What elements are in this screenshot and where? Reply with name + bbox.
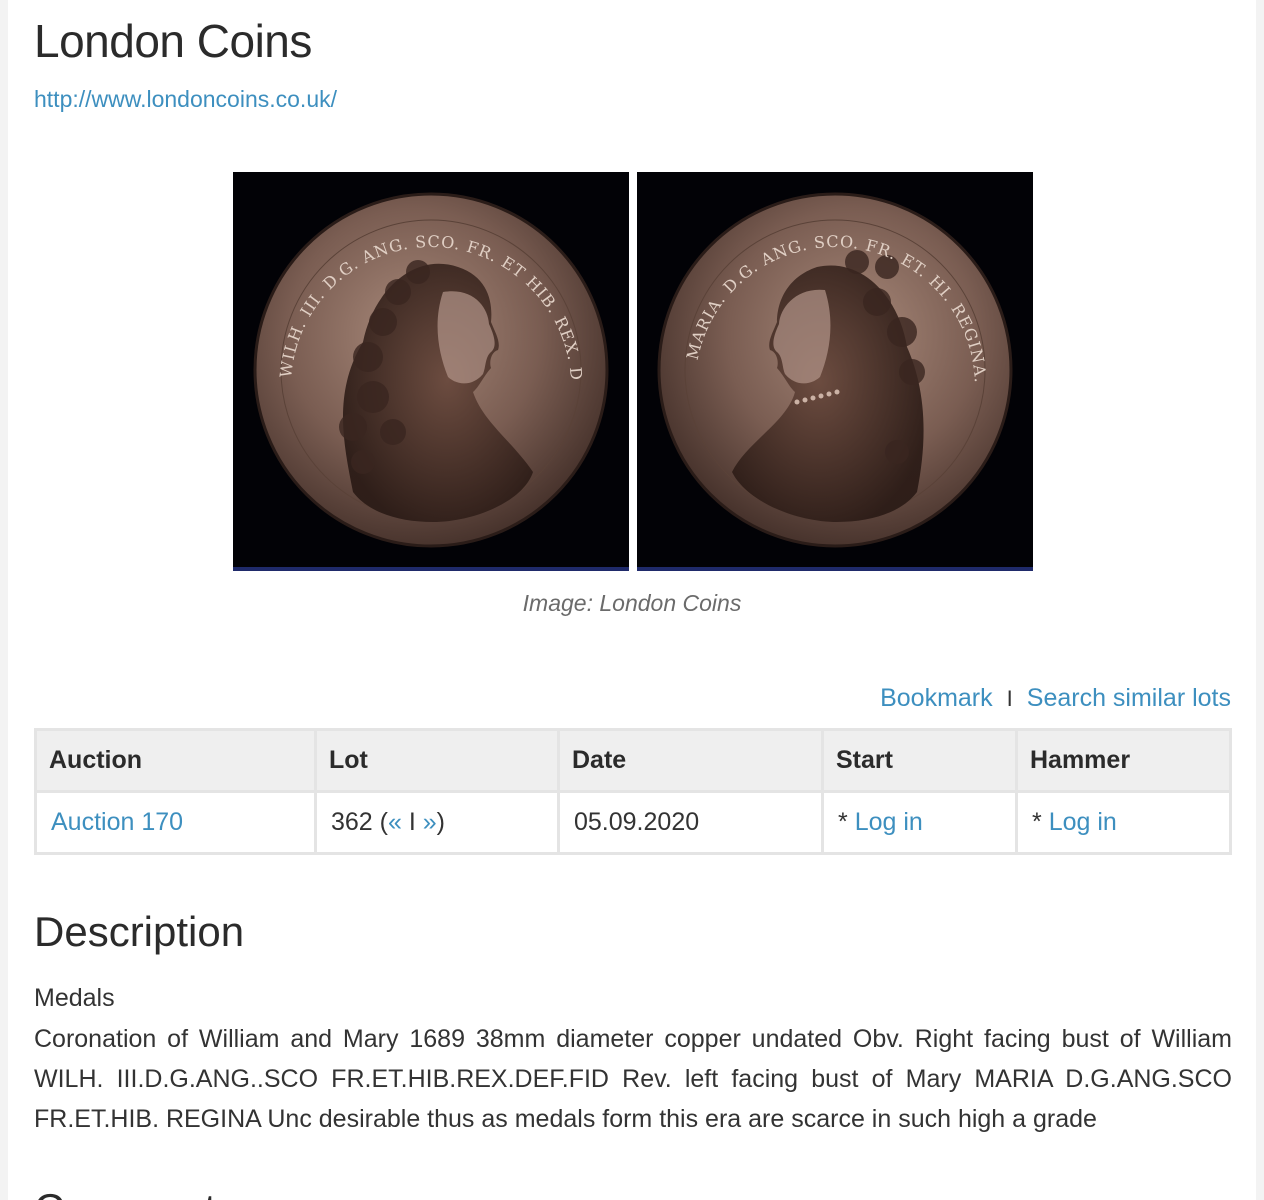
table-header-row: Auction Lot Date Start Hammer bbox=[34, 728, 1232, 793]
coin-reverse-image[interactable]: MARIA. D.G. ANG. SCO. FR. ET. HI. REGINA… bbox=[637, 172, 1033, 571]
start-prefix: * bbox=[838, 808, 855, 836]
header-lot: Lot bbox=[314, 728, 560, 793]
lot-page: London Coins http://www.londoncoins.co.u… bbox=[8, 0, 1256, 1200]
lot-actions: Bookmark I Search similar lots bbox=[880, 684, 1231, 713]
lot-number: 362 bbox=[331, 808, 373, 836]
cell-hammer: * Log in bbox=[1015, 790, 1232, 855]
hammer-login-link[interactable]: Log in bbox=[1049, 808, 1117, 836]
cell-lot: 362 (« I ») bbox=[314, 790, 560, 855]
bookmark-link[interactable]: Bookmark bbox=[880, 684, 993, 713]
header-hammer: Hammer bbox=[1015, 728, 1232, 793]
header-date: Date bbox=[557, 728, 824, 793]
next-section-heading: Comments bbox=[34, 1186, 237, 1200]
lot-category: Medals bbox=[34, 984, 115, 1012]
header-start: Start bbox=[821, 728, 1018, 793]
image-caption: Image: London Coins bbox=[522, 590, 742, 616]
next-section-heading-text: Comments bbox=[34, 1188, 237, 1200]
auction-link[interactable]: Auction 170 bbox=[51, 808, 183, 836]
coin-obverse-image[interactable]: WILH. III. D.G. ANG. SCO. FR. ET HIB. RE… bbox=[233, 172, 629, 571]
table-row: Auction 170 362 (« I ») 05.09.2020 * Log… bbox=[34, 790, 1232, 855]
start-login-link[interactable]: Log in bbox=[855, 808, 923, 836]
hammer-prefix: * bbox=[1032, 808, 1049, 836]
lot-description: Coronation of William and Mary 1689 38mm… bbox=[34, 1025, 1232, 1133]
description-heading: Description bbox=[34, 908, 245, 955]
lot-nav-separator: I bbox=[401, 808, 423, 836]
cell-start: * Log in bbox=[821, 790, 1018, 855]
previous-lot-link[interactable]: « bbox=[388, 808, 402, 836]
lot-nav-open: ( bbox=[372, 808, 388, 836]
header-auction: Auction bbox=[34, 728, 317, 793]
dealer-website-link[interactable]: http://www.londoncoins.co.uk/ bbox=[34, 86, 337, 113]
cell-date: 05.09.2020 bbox=[557, 790, 824, 855]
coin-image-gallery[interactable]: WILH. III. D.G. ANG. SCO. FR. ET HIB. RE… bbox=[233, 172, 1033, 571]
next-lot-link[interactable]: » bbox=[423, 808, 437, 836]
actions-separator: I bbox=[1006, 685, 1013, 711]
cell-auction: Auction 170 bbox=[34, 790, 317, 855]
dealer-name: London Coins bbox=[34, 15, 312, 67]
search-similar-lots-link[interactable]: Search similar lots bbox=[1027, 684, 1231, 713]
lot-nav-close: ) bbox=[436, 808, 445, 836]
lot-info-table: Auction Lot Date Start Hammer Auction 17… bbox=[34, 728, 1232, 855]
